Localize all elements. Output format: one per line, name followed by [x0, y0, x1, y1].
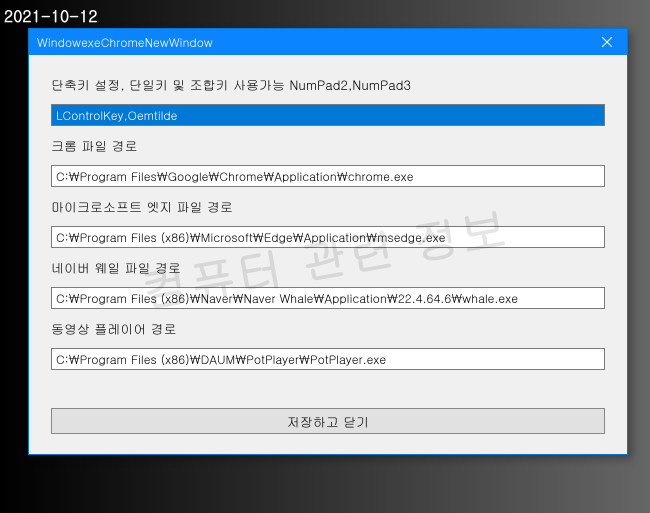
- app-window: WindowexeChromeNewWindow 단축키 설정, 단일키 및 조…: [28, 28, 628, 455]
- date-label: 2021-10-12: [4, 4, 98, 27]
- player-path-input[interactable]: [51, 348, 605, 370]
- chrome-path-input[interactable]: [51, 165, 605, 187]
- player-path-label: 동영상 플레이어 경로: [51, 319, 605, 338]
- shortcut-label: 단축키 설정, 단일키 및 조합키 사용가능 NumPad2,NumPad3: [51, 75, 605, 94]
- chrome-path-label: 크롬 파일 경로: [51, 136, 605, 155]
- window-title: WindowexeChromeNewWindow: [37, 34, 213, 51]
- edge-path-input[interactable]: [51, 226, 605, 248]
- close-icon: [602, 37, 612, 47]
- save-close-button[interactable]: 저장하고 닫기: [51, 408, 605, 434]
- whale-path-input[interactable]: [51, 287, 605, 309]
- shortcut-input[interactable]: [51, 104, 605, 126]
- whale-path-label: 네이버 웨일 파일 경로: [51, 258, 605, 277]
- content-area: 단축키 설정, 단일키 및 조합키 사용가능 NumPad2,NumPad3 크…: [29, 55, 627, 454]
- close-button[interactable]: [587, 29, 627, 55]
- edge-path-label: 마이크로소프트 엣지 파일 경로: [51, 197, 605, 216]
- titlebar[interactable]: WindowexeChromeNewWindow: [29, 29, 627, 55]
